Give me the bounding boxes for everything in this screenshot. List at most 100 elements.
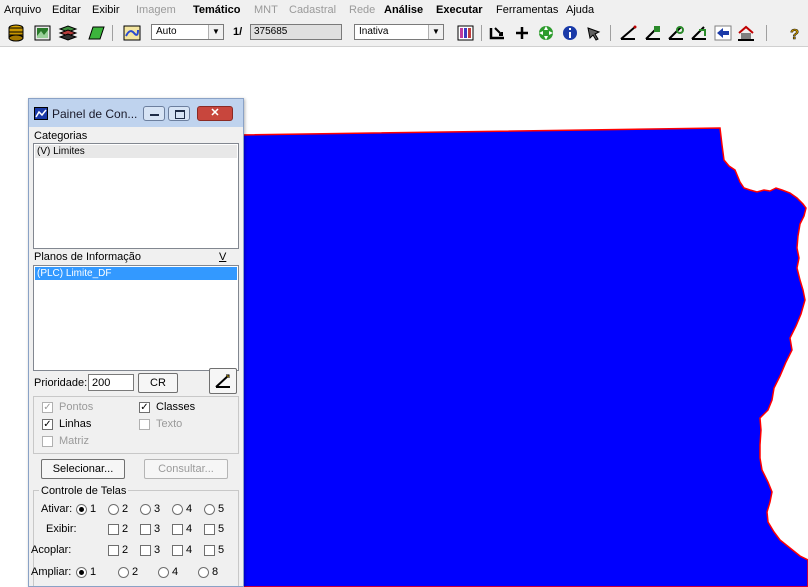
cr-button[interactable]: CR — [138, 373, 178, 393]
measure-icon[interactable] — [666, 24, 686, 42]
selecionar-button[interactable]: Selecionar... — [41, 459, 125, 479]
ativar-option-2: 2 — [122, 503, 129, 515]
ampliar-radio-4[interactable] — [158, 567, 169, 578]
ativar-option-1: 1 — [90, 503, 97, 515]
menu-analise[interactable]: Análise — [384, 4, 423, 16]
map-scale-icon[interactable] — [122, 24, 142, 42]
menu-rede: Rede — [349, 4, 376, 16]
close-icon: ✕ — [210, 107, 220, 119]
database-icon[interactable] — [6, 24, 26, 42]
planos-list[interactable]: (PLC) Limite_DF — [33, 265, 239, 371]
control-panel-window: Painel de Con... ✕ Categorias (V) Limite… — [28, 98, 244, 587]
menu-executar[interactable]: Executar — [436, 4, 482, 16]
chevron-down-icon: ▼ — [208, 25, 223, 39]
exibir-checkbox-3[interactable] — [140, 524, 151, 535]
exibir-option-4: 4 — [186, 523, 193, 535]
menu-imagem: Imagem — [136, 4, 176, 16]
draw-line-icon[interactable] — [618, 24, 638, 42]
scale-value-field[interactable]: 375685 — [250, 24, 342, 40]
planos-v-button[interactable]: V — [219, 251, 226, 263]
zoom-area-icon[interactable] — [488, 24, 508, 42]
ampliar-option-8: 8 — [212, 566, 219, 578]
pontos-label: Pontos — [59, 401, 94, 413]
acoplar-checkbox-4[interactable] — [172, 545, 183, 556]
image-layer-icon[interactable] — [33, 24, 53, 42]
pontos-checkbox: ✓ — [42, 402, 53, 413]
style-edit-button[interactable] — [209, 368, 237, 394]
exibir-checkbox-2[interactable] — [108, 524, 119, 535]
ativar-radio-3[interactable] — [140, 504, 151, 515]
planos-label: Planos de Informação — [34, 251, 142, 263]
close-button[interactable]: ✕ — [197, 106, 233, 121]
texto-checkbox — [139, 419, 150, 430]
polygon-icon[interactable] — [86, 24, 106, 42]
matriz-label: Matriz — [59, 435, 89, 447]
pan-icon[interactable] — [536, 24, 556, 42]
prioridade-field[interactable]: 200 — [88, 374, 134, 391]
scale-mode-value: Auto — [156, 26, 177, 37]
acoplar-label: Acoplar: — [31, 544, 72, 556]
matriz-checkbox — [42, 436, 53, 447]
ampliar-label: Ampliar: — [31, 566, 72, 578]
plus-icon[interactable] — [512, 24, 532, 42]
ampliar-radio-8[interactable] — [198, 567, 209, 578]
ativar-radio-2[interactable] — [108, 504, 119, 515]
chevron-down-icon: ▼ — [428, 25, 443, 39]
ativar-radio-5[interactable] — [204, 504, 215, 515]
svg-text:?: ? — [790, 26, 799, 42]
list-item[interactable]: (PLC) Limite_DF — [35, 267, 237, 280]
layers-icon[interactable] — [58, 24, 78, 42]
home-icon[interactable] — [736, 24, 756, 42]
exibir-checkbox-5[interactable] — [204, 524, 215, 535]
list-item[interactable]: (V) Limites — [35, 145, 237, 158]
linhas-label: Linhas — [59, 418, 92, 430]
categorias-list[interactable]: (V) Limites — [33, 143, 239, 249]
classes-checkbox[interactable]: ✓ — [139, 402, 150, 413]
legend-grid-icon[interactable] — [456, 24, 476, 42]
pointer-icon[interactable] — [584, 24, 604, 42]
ampliar-radio-2[interactable] — [118, 567, 129, 578]
linhas-checkbox[interactable]: ✓ — [42, 419, 53, 430]
ativar-radio-4[interactable] — [172, 504, 183, 515]
exibir-option-5: 5 — [218, 523, 225, 535]
edit-mode-value: Inativa — [359, 26, 389, 37]
exibir-option-2: 2 — [122, 523, 129, 535]
menu-editar[interactable]: Editar — [52, 4, 81, 16]
select-feature-icon[interactable] — [643, 24, 663, 42]
acoplar-option-3: 3 — [154, 544, 161, 556]
help-icon[interactable]: ? — [784, 24, 804, 42]
acoplar-checkbox-3[interactable] — [140, 545, 151, 556]
ativar-label: Ativar: — [41, 503, 73, 515]
maximize-button[interactable] — [168, 106, 190, 121]
menu-ajuda[interactable]: Ajuda — [566, 4, 594, 16]
pencil-line-icon — [215, 374, 230, 388]
ampliar-radio-1[interactable] — [76, 567, 87, 578]
acoplar-option-5: 5 — [218, 544, 225, 556]
panel-titlebar[interactable]: Painel de Con... ✕ — [29, 99, 243, 127]
texto-label: Texto — [156, 418, 183, 430]
ampliar-option-2: 2 — [132, 566, 139, 578]
menu-tematico[interactable]: Temático — [193, 4, 240, 16]
edit-vector-icon[interactable] — [689, 24, 709, 42]
scale-mode-select[interactable]: Auto ▼ — [151, 24, 224, 40]
ampliar-option-4: 4 — [172, 566, 179, 578]
toolbar: Auto ▼ 1/ 375685 Inativa ▼ ? — [0, 20, 808, 47]
back-arrow-icon[interactable] — [713, 24, 733, 42]
menu-ferramentas[interactable]: Ferramentas — [496, 4, 558, 16]
ativar-radio-1[interactable] — [76, 504, 87, 515]
minimize-button[interactable] — [143, 106, 165, 121]
menu-arquivo[interactable]: Arquivo — [4, 4, 41, 16]
exibir-checkbox-4[interactable] — [172, 524, 183, 535]
consultar-button: Consultar... — [144, 459, 228, 479]
ampliar-option-1: 1 — [90, 566, 97, 578]
menu-exibir[interactable]: Exibir — [92, 4, 120, 16]
minimize-icon — [150, 114, 159, 116]
edit-mode-select[interactable]: Inativa ▼ — [354, 24, 444, 40]
info-icon[interactable] — [560, 24, 580, 42]
acoplar-checkbox-5[interactable] — [204, 545, 215, 556]
ativar-option-5: 5 — [218, 503, 225, 515]
exibir-label: Exibir: — [46, 523, 77, 535]
ativar-option-3: 3 — [154, 503, 161, 515]
acoplar-checkbox-2[interactable] — [108, 545, 119, 556]
map-app-icon — [34, 107, 48, 120]
